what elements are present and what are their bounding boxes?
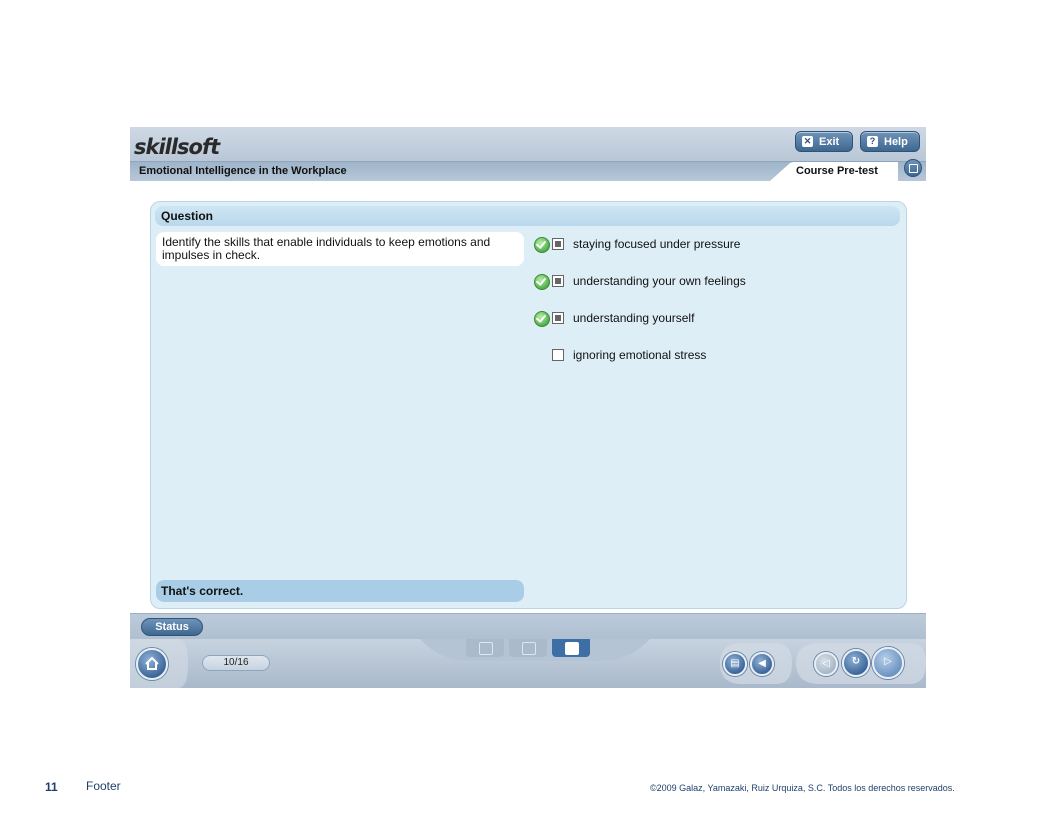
slide-page-number: 11 — [45, 780, 58, 794]
check-icon — [534, 311, 550, 327]
transcript-button[interactable]: ▤ — [723, 652, 747, 676]
exit-button[interactable]: ✕ Exit — [795, 131, 853, 152]
status-bar: Status — [130, 613, 926, 640]
cc-icon — [522, 642, 536, 655]
closed-caption-tab[interactable] — [509, 639, 547, 657]
list-view-tab[interactable] — [466, 639, 504, 657]
tab-label: Course Pre-test — [796, 165, 878, 177]
answer-option[interactable]: understanding yourself — [534, 310, 894, 327]
document-icon — [565, 642, 579, 655]
question-text-box: Identify the skills that enable individu… — [156, 232, 524, 266]
home-icon — [145, 656, 159, 670]
answer-option[interactable]: staying focused under pressure — [534, 236, 894, 253]
check-icon — [534, 274, 550, 290]
document-view-tab[interactable] — [552, 639, 590, 657]
option-label: staying focused under pressure — [573, 237, 741, 251]
skillsoft-player: skillsoft ✕ Exit ? Help Emotional Intell… — [130, 127, 926, 688]
option-label: understanding your own feelings — [573, 274, 746, 288]
exit-icon: ✕ — [802, 136, 813, 147]
question-header-label: Question — [161, 209, 214, 223]
answer-option[interactable]: understanding your own feelings — [534, 273, 894, 290]
content-area: Question Identify the skills that enable… — [130, 181, 926, 613]
status-button[interactable]: Status — [141, 618, 203, 636]
check-icon — [534, 237, 550, 253]
replay-button[interactable]: ↻ — [842, 649, 870, 677]
help-button[interactable]: ? Help — [860, 131, 920, 152]
tab-course-pretest[interactable]: Course Pre-test — [770, 162, 898, 181]
back-icon: ◁ — [822, 658, 830, 669]
replay-icon: ↻ — [851, 656, 861, 667]
next-button[interactable]: ▷ — [872, 647, 904, 679]
option-checkbox[interactable] — [552, 312, 564, 324]
next-icon: ▷ — [884, 656, 892, 667]
list-icon — [479, 642, 493, 655]
transcript-icon: ▤ — [730, 658, 740, 669]
back-button[interactable]: ◁ — [814, 652, 838, 676]
question-text: Identify the skills that enable individu… — [162, 235, 491, 262]
popout-icon[interactable] — [904, 159, 922, 177]
audio-button[interactable]: ◀ — [750, 652, 774, 676]
feedback-box: That's correct. — [156, 580, 524, 602]
course-title: Emotional Intelligence in the Workplace — [139, 165, 347, 177]
question-header: Question — [155, 206, 900, 226]
home-button[interactable] — [136, 648, 168, 680]
option-checkbox[interactable] — [552, 275, 564, 287]
slide-footer-label: Footer — [86, 779, 121, 793]
help-icon: ? — [867, 136, 878, 147]
exit-label: Exit — [819, 135, 840, 148]
option-label: ignoring emotional stress — [573, 348, 707, 362]
audio-icon: ◀ — [758, 658, 766, 669]
option-label: understanding yourself — [573, 311, 695, 325]
answer-option[interactable]: ignoring emotional stress — [534, 347, 894, 363]
navigation-bar: 10/16 ▤ ◀ ◁ ↻ ▷ — [130, 639, 926, 688]
option-checkbox[interactable] — [552, 238, 564, 250]
page-counter: 10/16 — [202, 655, 270, 671]
option-checkbox[interactable] — [552, 349, 564, 361]
question-panel: Question Identify the skills that enable… — [150, 201, 907, 609]
feedback-text: That's correct. — [161, 584, 244, 598]
help-label: Help — [884, 135, 908, 148]
logo-text: skillsoft — [134, 135, 220, 159]
skillsoft-logo: skillsoft — [134, 131, 220, 159]
copyright-text: ©2009 Galaz, Yamazaki, Ruiz Urquiza, S.C… — [650, 783, 955, 793]
